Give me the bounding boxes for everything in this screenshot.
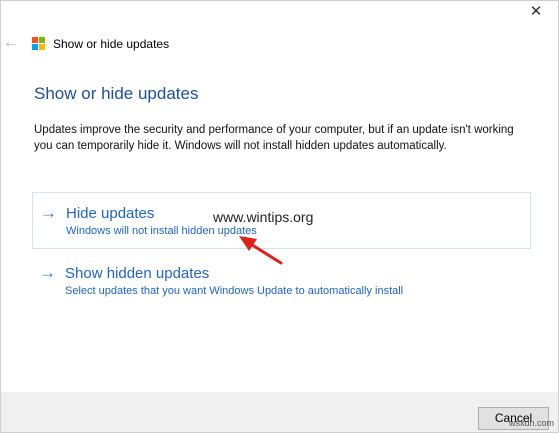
back-arrow-icon[interactable]: ← bbox=[3, 34, 21, 52]
right-arrow-icon: → bbox=[39, 263, 56, 282]
close-icon[interactable]: ✕ bbox=[530, 3, 543, 20]
show-hidden-updates-subtitle: Select updates that you want Windows Upd… bbox=[65, 285, 404, 297]
close-button[interactable]: ✕ bbox=[524, 1, 548, 25]
watermark-text: www.wintips.org bbox=[213, 209, 314, 225]
hide-updates-title: Hide updates bbox=[66, 205, 155, 222]
brand-watermark: wsxdn.com bbox=[508, 418, 554, 428]
right-arrow-icon: → bbox=[40, 203, 57, 222]
windows-logo-icon bbox=[32, 37, 46, 51]
show-hidden-updates-title: Show hidden updates bbox=[65, 265, 210, 282]
description-text: Updates improve the security and perform… bbox=[34, 124, 514, 152]
show-hidden-updates-option[interactable]: → Show hidden updates Select updates tha… bbox=[32, 263, 529, 303]
dialog-window: ✕ ← Show or hide updates Show or hide up… bbox=[0, 0, 559, 433]
titlebar: ✕ bbox=[1, 1, 558, 33]
red-pointer-arrow-icon bbox=[239, 236, 283, 265]
page-heading: Show or hide updates bbox=[34, 84, 199, 103]
window-title: Show or hide updates bbox=[53, 37, 170, 51]
hide-updates-subtitle: Windows will not install hidden updates bbox=[66, 225, 257, 237]
footer-bar: Cancel wsxdn.com bbox=[1, 392, 558, 432]
